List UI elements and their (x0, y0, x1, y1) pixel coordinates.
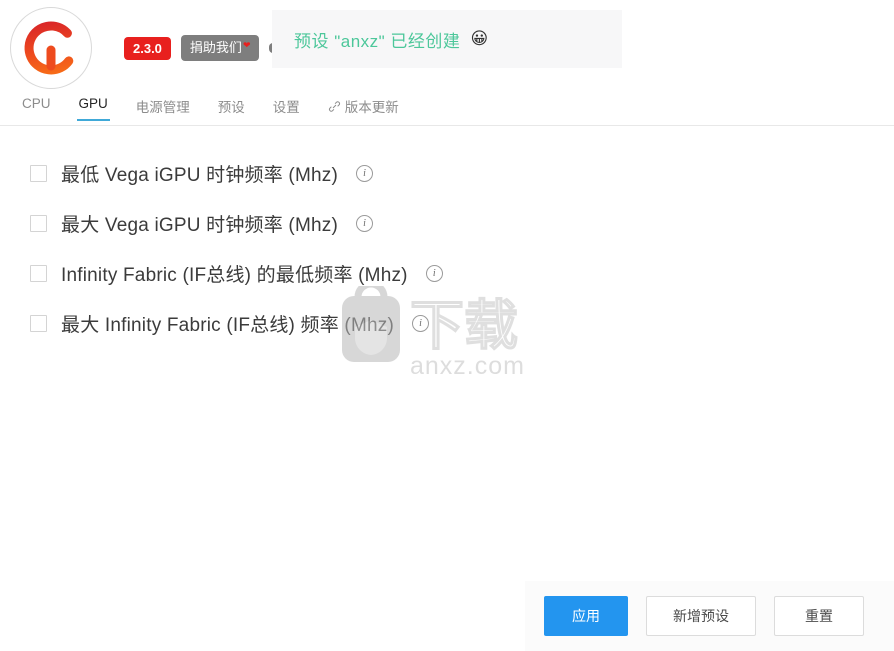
reset-button[interactable]: 重置 (774, 596, 864, 636)
tab-cpu-label: CPU (22, 96, 51, 111)
heart-icon: ❤ (242, 39, 251, 50)
info-icon[interactable]: i (425, 264, 443, 282)
tab-power-management[interactable]: 电源管理 (122, 96, 204, 125)
tab-version-update-label: 版本更新 (344, 100, 399, 115)
watermark-site: anxz.com (410, 352, 525, 380)
tab-presets[interactable]: 预设 (204, 96, 259, 125)
checkbox-min-vega-igpu-clock[interactable] (30, 164, 47, 182)
option-row: Infinity Fabric (IF总线) 的最低频率 (Mhz) i (30, 248, 894, 298)
tab-settings-label: 设置 (272, 100, 300, 115)
tab-gpu[interactable]: GPU (65, 96, 122, 121)
app-header: 2.3.0 捐助我们 ❤ 预设 "anxz" 已经创建 😀 (0, 0, 894, 96)
option-label: 最大 Infinity Fabric (IF总线) 频率 (Mhz) (61, 314, 394, 336)
option-row: 最大 Infinity Fabric (IF总线) 频率 (Mhz) i (30, 298, 894, 348)
info-icon[interactable]: i (411, 314, 429, 332)
tab-power-management-label: 电源管理 (135, 100, 190, 115)
checkbox-max-infinity-fabric-freq[interactable] (30, 314, 47, 332)
info-icon[interactable]: i (355, 214, 373, 232)
checkbox-min-infinity-fabric-freq[interactable] (30, 264, 47, 282)
tab-presets-label: 预设 (217, 100, 245, 115)
link-icon (328, 100, 341, 113)
option-row: 最低 Vega iGPU 时钟频率 (Mhz) i (30, 148, 894, 198)
donate-label: 捐助我们 (189, 39, 242, 55)
tab-version-update[interactable]: 版本更新 (314, 96, 413, 125)
toast-notification: 预设 "anxz" 已经创建 😀 (272, 10, 622, 68)
toast-message: 预设 "anxz" 已经创建 (294, 31, 461, 51)
main-tab-bar: CPU GPU 电源管理 预设 设置 版本更新 (0, 96, 894, 126)
tab-cpu[interactable]: CPU (8, 96, 65, 120)
tab-settings[interactable]: 设置 (259, 96, 314, 125)
ryzen-controller-logo (10, 7, 92, 89)
tab-gpu-label: GPU (78, 96, 108, 111)
apply-button[interactable]: 应用 (544, 596, 628, 636)
option-label: Infinity Fabric (IF总线) 的最低频率 (Mhz) (61, 264, 408, 286)
option-label: 最低 Vega iGPU 时钟频率 (Mhz) (61, 164, 338, 186)
option-label: 最大 Vega iGPU 时钟频率 (Mhz) (61, 214, 338, 236)
checkbox-max-vega-igpu-clock[interactable] (30, 214, 47, 232)
action-bar: 应用 新增预设 重置 (525, 581, 894, 651)
version-badge: 2.3.0 (124, 36, 171, 60)
info-icon[interactable]: i (355, 164, 373, 182)
new-preset-button[interactable]: 新增预设 (646, 596, 756, 636)
donate-button[interactable]: 捐助我们 ❤ (180, 34, 260, 62)
option-row: 最大 Vega iGPU 时钟频率 (Mhz) i (30, 198, 894, 248)
gpu-options-list: 最低 Vega iGPU 时钟频率 (Mhz) i 最大 Vega iGPU 时… (0, 126, 894, 348)
smiley-icon: 😀 (470, 29, 489, 48)
